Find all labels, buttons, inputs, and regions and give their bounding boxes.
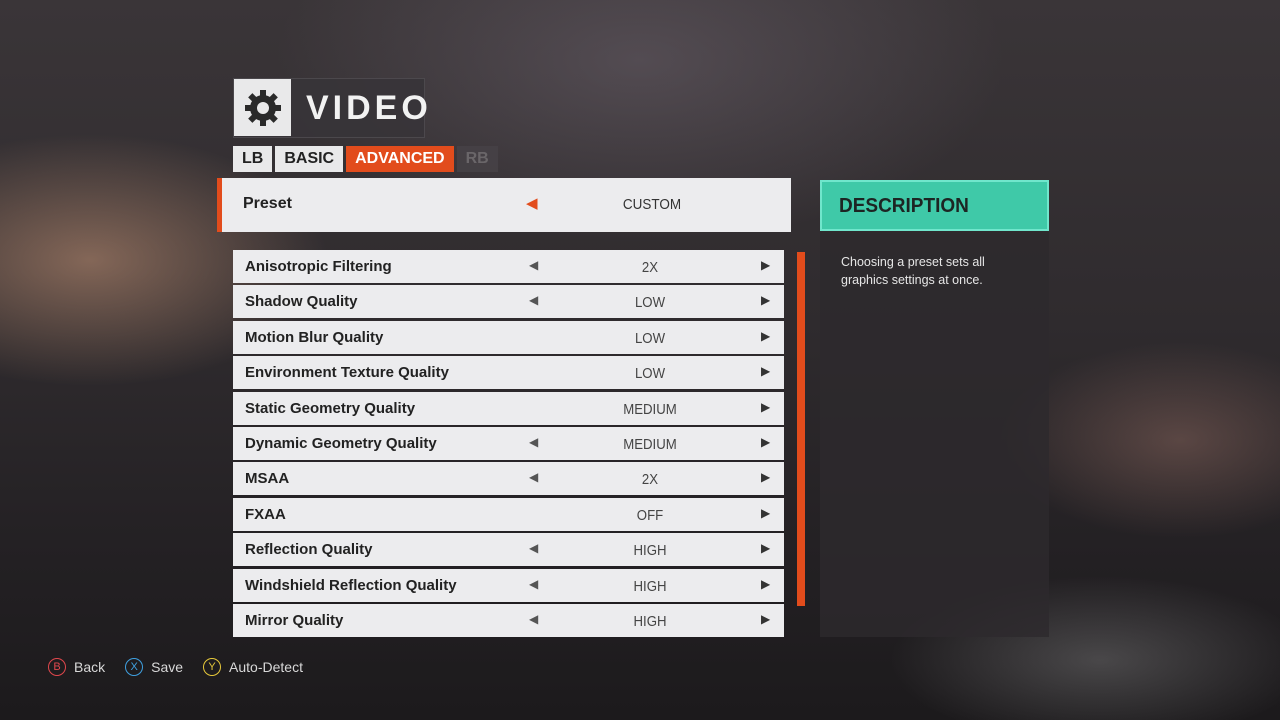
setting-label: Mirror Quality [245, 611, 344, 629]
arrow-left-icon[interactable]: ◀ [529, 258, 538, 272]
save-hint[interactable]: X Save [125, 658, 183, 676]
tab-rb-bumper[interactable]: RB [456, 146, 498, 172]
setting-value: MEDIUM [623, 435, 677, 453]
arrow-right-icon[interactable]: ▶ [761, 329, 770, 343]
preset-selector[interactable]: Preset ◀ CUSTOM [217, 178, 791, 232]
page-header: VIDEO [233, 78, 428, 138]
description-title: DESCRIPTION [839, 195, 969, 217]
description-text: Choosing a preset sets all graphics sett… [841, 255, 985, 287]
arrow-left-icon[interactable]: ◀ [529, 470, 538, 484]
tab-advanced[interactable]: ADVANCED [346, 146, 454, 172]
b-button-icon: B [48, 658, 66, 676]
setting-label: Anisotropic Filtering [245, 258, 392, 275]
setting-label: Dynamic Geometry Quality [245, 434, 437, 452]
setting-label: Shadow Quality [245, 293, 358, 311]
tab-lb-bumper[interactable]: LB [233, 146, 273, 172]
arrow-right-icon[interactable]: ▶ [761, 293, 770, 307]
save-label: Save [151, 659, 184, 675]
arrow-right-icon[interactable]: ▶ [761, 364, 770, 378]
arrow-left-icon[interactable]: ◀ [529, 293, 538, 307]
setting-row-dynamic-geometry-quality[interactable]: Dynamic Geometry Quality ◀ MEDIUM ▶ [233, 426, 784, 460]
settings-list: Anisotropic Filtering ◀ 2X ▶ Shadow Qual… [233, 250, 784, 639]
setting-value: HIGH [633, 542, 667, 560]
setting-value: 2X [641, 259, 659, 276]
description-panel: DESCRIPTION Choosing a preset sets all g… [820, 180, 1049, 637]
setting-row-shadow-quality[interactable]: Shadow Quality ◀ LOW ▶ [233, 285, 784, 319]
arrow-right-icon[interactable]: ▶ [761, 506, 770, 520]
setting-label: MSAA [245, 470, 290, 488]
arrow-left-icon[interactable]: ◀ [526, 194, 538, 212]
arrow-left-icon[interactable]: ◀ [529, 612, 538, 626]
arrow-left-icon[interactable]: ◀ [529, 435, 538, 449]
button-hints: B Back X Save Y Auto-Detect [48, 658, 303, 676]
setting-row-static-geometry-quality[interactable]: Static Geometry Quality MEDIUM ▶ [233, 391, 784, 425]
auto-detect-label: Auto-Detect [229, 659, 303, 675]
setting-row-mirror-quality[interactable]: Mirror Quality ◀ HIGH ▶ [233, 603, 784, 637]
setting-value: HIGH [633, 577, 667, 595]
arrow-right-icon[interactable]: ▶ [761, 435, 770, 449]
y-button-icon: Y [203, 658, 222, 676]
setting-label: FXAA [245, 505, 286, 523]
setting-row-reflection-quality[interactable]: Reflection Quality ◀ HIGH ▶ [233, 533, 784, 567]
gear-icon [234, 79, 291, 136]
arrow-right-icon[interactable]: ▶ [761, 541, 770, 555]
setting-value: MEDIUM [623, 400, 677, 418]
x-button-icon: X [125, 658, 144, 676]
setting-row-msaa[interactable]: MSAA ◀ 2X ▶ [233, 462, 784, 496]
setting-row-windshield-reflection-quality[interactable]: Windshield Reflection Quality ◀ HIGH ▶ [233, 568, 784, 602]
arrow-right-icon[interactable]: ▶ [761, 577, 770, 591]
setting-value: LOW [634, 329, 666, 347]
tab-bar: LB BASIC ADVANCED RB [233, 146, 498, 172]
description-header: DESCRIPTION [820, 180, 1049, 231]
arrow-right-icon[interactable]: ▶ [761, 258, 770, 272]
list-scrollbar[interactable] [797, 252, 805, 606]
setting-label: Windshield Reflection Quality [245, 576, 457, 594]
setting-row-anisotropic-filtering[interactable]: Anisotropic Filtering ◀ 2X ▶ [233, 250, 784, 283]
setting-value: LOW [634, 365, 666, 383]
setting-value: LOW [634, 294, 666, 312]
tab-basic[interactable]: BASIC [275, 146, 344, 172]
preset-label: Preset [243, 195, 292, 212]
arrow-right-icon[interactable]: ▶ [761, 612, 770, 626]
setting-value: HIGH [633, 612, 667, 630]
arrow-right-icon[interactable]: ▶ [761, 400, 770, 414]
setting-label: Static Geometry Quality [245, 399, 416, 417]
setting-label: Environment Texture Quality [245, 364, 449, 382]
setting-value: OFF [636, 506, 664, 524]
page-title: VIDEO [306, 89, 432, 127]
preset-value: CUSTOM [622, 196, 682, 213]
auto-detect-hint[interactable]: Y Auto-Detect [203, 658, 303, 676]
setting-value: 2X [641, 471, 659, 489]
back-hint[interactable]: B Back [48, 658, 105, 676]
setting-row-fxaa[interactable]: FXAA OFF ▶ [233, 497, 784, 531]
arrow-right-icon[interactable]: ▶ [761, 470, 770, 484]
setting-label: Reflection Quality [245, 541, 373, 559]
arrow-left-icon[interactable]: ◀ [529, 577, 538, 591]
arrow-left-icon[interactable]: ◀ [529, 541, 538, 555]
setting-row-environment-texture-quality[interactable]: Environment Texture Quality LOW ▶ [233, 356, 784, 390]
setting-row-motion-blur-quality[interactable]: Motion Blur Quality LOW ▶ [233, 320, 784, 354]
back-label: Back [74, 659, 106, 675]
setting-label: Motion Blur Quality [245, 328, 384, 346]
